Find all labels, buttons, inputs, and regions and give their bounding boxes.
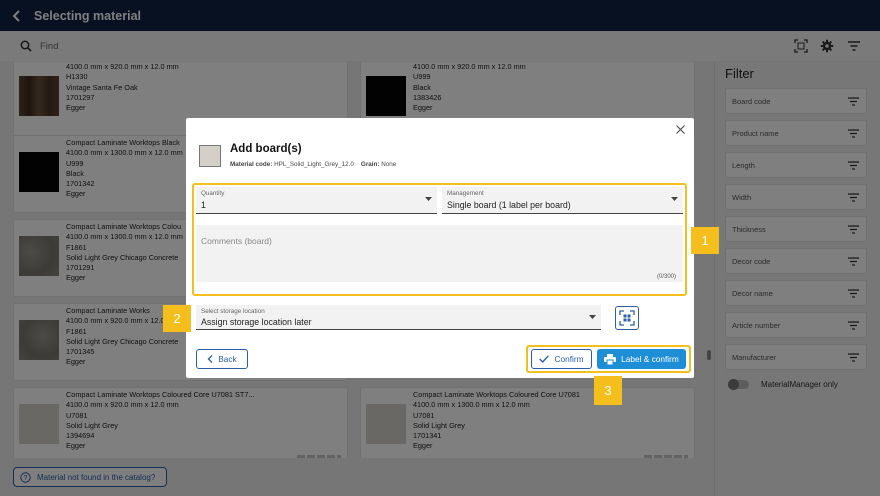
material-swatch: [199, 145, 221, 167]
qr-scan-icon: [619, 310, 635, 326]
step-badge-3: 3: [594, 376, 622, 405]
back-button[interactable]: Back: [196, 349, 248, 369]
step-badge-2: 2: [163, 305, 191, 332]
highlight-box-1: [192, 183, 687, 296]
chevron-down-icon: [589, 315, 596, 319]
step-badge-1: 1: [691, 227, 719, 254]
scan-location-button[interactable]: [615, 306, 639, 330]
highlight-box-3: [526, 345, 691, 373]
material-info: Material code: HPL_Solid_Light_Grey_12.0…: [230, 161, 397, 168]
close-icon[interactable]: [674, 123, 686, 135]
storage-location-select[interactable]: Select storage location Assign storage l…: [196, 305, 601, 330]
chevron-left-icon: [207, 355, 213, 363]
dialog-title: Add board(s): [230, 143, 302, 155]
